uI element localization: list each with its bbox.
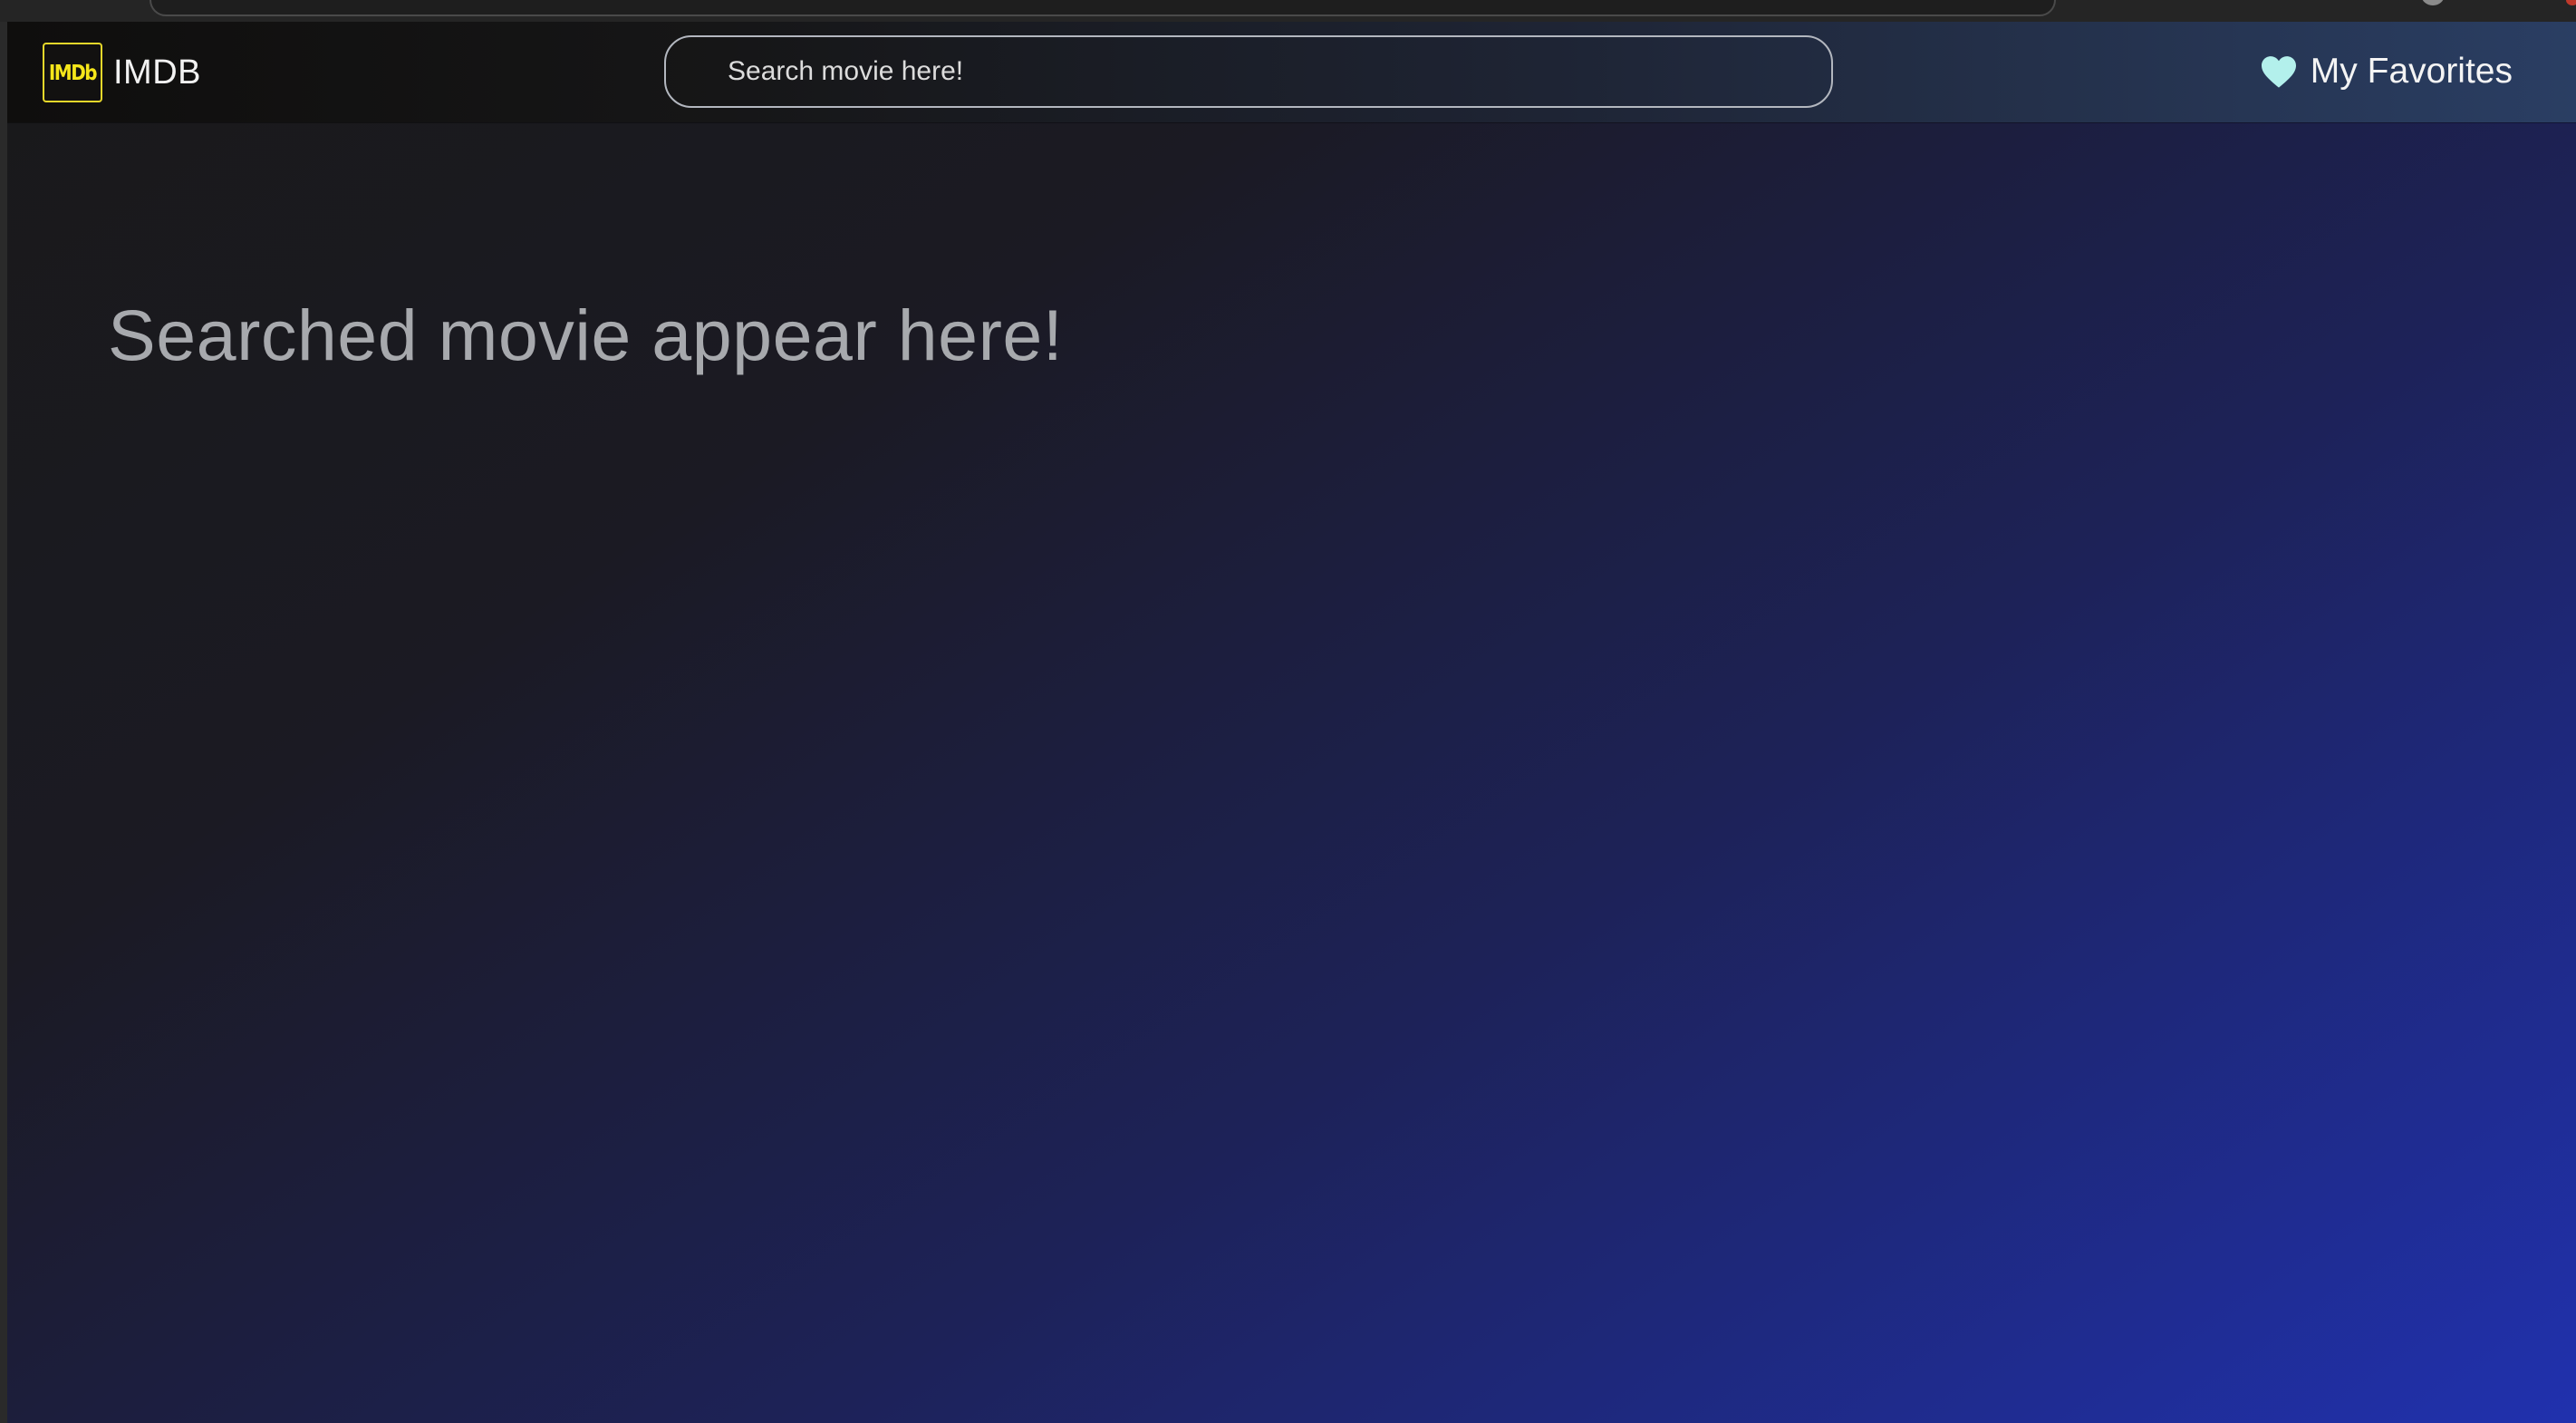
search-input[interactable]	[664, 35, 1833, 108]
imdb-logo-icon[interactable]: IMDb	[43, 43, 102, 102]
heart-icon	[2261, 56, 2296, 88]
brand[interactable]: IMDb IMDB	[43, 40, 201, 105]
browser-chrome	[0, 0, 2576, 22]
favorites-label: My Favorites	[2310, 52, 2513, 91]
browser-profile-avatar[interactable]	[2421, 0, 2445, 5]
browser-notification-dot	[2566, 0, 2576, 5]
app-root: IMDb IMDB My Favorites Searched movie ap…	[7, 22, 2576, 1423]
browser-address-bar[interactable]	[150, 0, 2056, 16]
logo-text: IMDb	[48, 60, 98, 85]
top-navbar: IMDb IMDB My Favorites	[7, 22, 2576, 122]
empty-results-message: Searched movie appear here!	[108, 295, 1064, 375]
brand-name[interactable]: IMDB	[113, 53, 201, 92]
my-favorites-link[interactable]: My Favorites	[2260, 42, 2513, 102]
